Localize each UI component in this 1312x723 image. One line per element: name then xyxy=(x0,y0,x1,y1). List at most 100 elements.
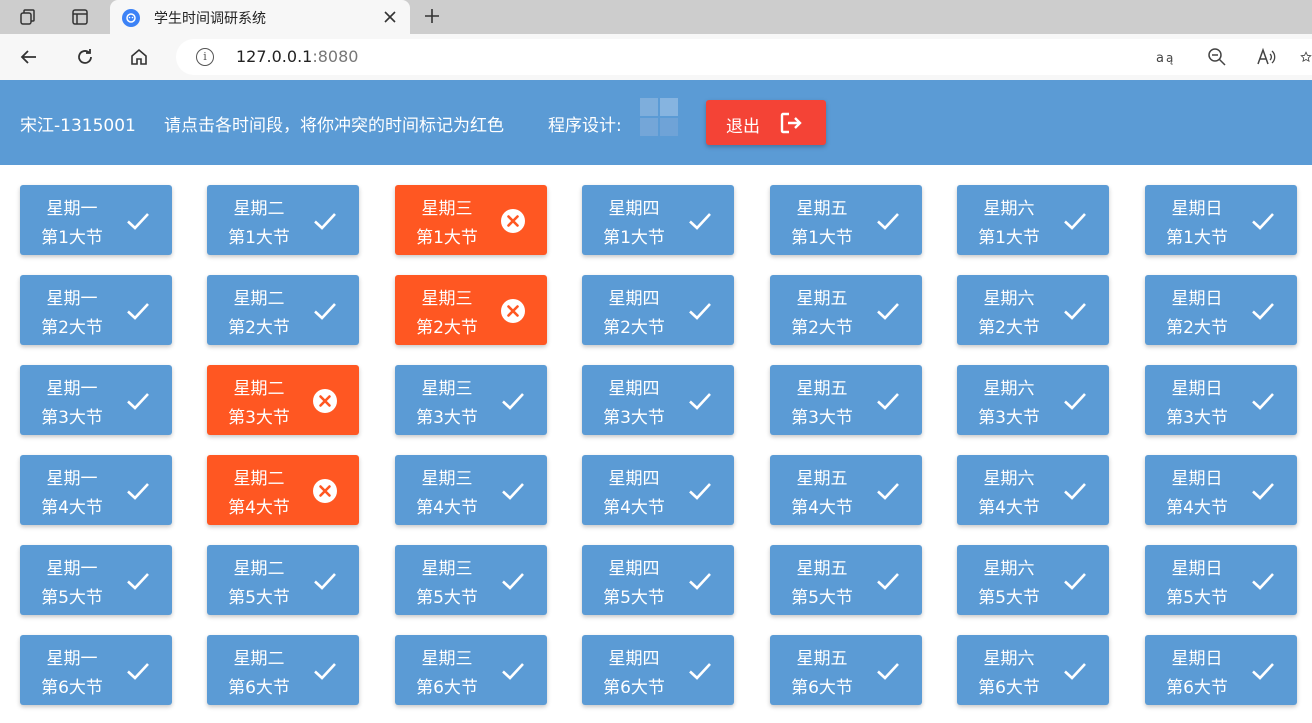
slot-day-label: 星期五 xyxy=(796,469,848,489)
time-slot-button[interactable]: 星期四 第6大节 xyxy=(582,635,734,705)
time-slot-button[interactable]: 星期四 第3大节 xyxy=(582,365,734,435)
time-slot-button[interactable]: 星期六 第6大节 xyxy=(957,635,1109,705)
time-slot-button[interactable]: 星期六 第4大节 xyxy=(957,455,1109,525)
time-slot-button[interactable]: 星期一 第2大节 xyxy=(20,275,172,345)
time-slot-button[interactable]: 星期日 第2大节 xyxy=(1145,275,1297,345)
slot-day-label: 星期五 xyxy=(796,289,848,309)
time-slot-button[interactable]: 星期二 第3大节 xyxy=(207,365,359,435)
check-icon xyxy=(1252,663,1274,680)
slot-period-label: 第6大节 xyxy=(41,678,103,698)
refresh-icon[interactable] xyxy=(70,42,100,72)
time-slot-button[interactable]: 星期日 第4大节 xyxy=(1145,455,1297,525)
workspaces-icon[interactable] xyxy=(14,3,42,31)
time-slot-button[interactable]: 星期一 第5大节 xyxy=(20,545,172,615)
time-slot-button[interactable]: 星期三 第6大节 xyxy=(395,635,547,705)
time-slot-button[interactable]: 星期日 第5大节 xyxy=(1145,545,1297,615)
slot-day-label: 星期二 xyxy=(233,379,285,399)
slot-period-label: 第4大节 xyxy=(416,498,478,518)
check-icon xyxy=(127,303,149,320)
slot-period-label: 第5大节 xyxy=(603,588,665,608)
slot-day-label: 星期一 xyxy=(46,379,98,399)
time-slot-button[interactable]: 星期二 第4大节 xyxy=(207,455,359,525)
time-slot-button[interactable]: 星期三 第1大节 xyxy=(395,185,547,255)
url-text[interactable]: 127.0.0.1:8080 xyxy=(236,47,358,66)
time-slot-button[interactable]: 星期五 第6大节 xyxy=(770,635,922,705)
url-port: :8080 xyxy=(312,47,359,66)
check-icon xyxy=(877,393,899,410)
time-slot-button[interactable]: 星期三 第5大节 xyxy=(395,545,547,615)
slot-period-label: 第5大节 xyxy=(41,588,103,608)
time-slot-button[interactable]: 星期五 第3大节 xyxy=(770,365,922,435)
slot-period-label: 第3大节 xyxy=(416,408,478,428)
slot-period-label: 第1大节 xyxy=(41,228,103,248)
slot-period-label: 第5大节 xyxy=(416,588,478,608)
time-slot-button[interactable]: 星期一 第4大节 xyxy=(20,455,172,525)
exit-button[interactable]: 退出 xyxy=(706,100,826,145)
tab-actions-icon[interactable] xyxy=(66,3,94,31)
new-tab-icon[interactable] xyxy=(418,2,446,30)
slot-period-label: 第1大节 xyxy=(228,228,290,248)
zoom-out-icon[interactable] xyxy=(1204,46,1230,68)
time-slot-button[interactable]: 星期五 第5大节 xyxy=(770,545,922,615)
slot-day-label: 星期一 xyxy=(46,289,98,309)
slot-period-label: 第4大节 xyxy=(791,498,853,518)
slot-period-label: 第4大节 xyxy=(41,498,103,518)
time-slot-button[interactable]: 星期三 第2大节 xyxy=(395,275,547,345)
time-slot-button[interactable]: 星期五第4大节 xyxy=(770,455,922,525)
favorites-icon[interactable] xyxy=(1300,46,1312,68)
time-slot-button[interactable]: 星期二 第2大节 xyxy=(207,275,359,345)
time-slot-button[interactable]: 星期五第1大节 xyxy=(770,185,922,255)
designer-logo xyxy=(640,98,682,136)
time-slot-button[interactable]: 星期三 第4大节 xyxy=(395,455,547,525)
slot-day-label: 星期二 xyxy=(233,649,285,669)
slot-period-label: 第6大节 xyxy=(416,678,478,698)
home-icon[interactable] xyxy=(124,42,154,72)
slot-period-label: 第2大节 xyxy=(978,318,1040,338)
check-icon xyxy=(689,483,711,500)
time-slot-button[interactable]: 星期四 第2大节 xyxy=(582,275,734,345)
browser-toolbar: i 127.0.0.1:8080 aą xyxy=(0,34,1312,80)
close-tab-icon[interactable] xyxy=(378,5,402,29)
time-slot-button[interactable]: 星期二 第6大节 xyxy=(207,635,359,705)
time-slot-button[interactable]: 星期四 第5大节 xyxy=(582,545,734,615)
time-slot-button[interactable]: 星期日 第6大节 xyxy=(1145,635,1297,705)
time-slot-button[interactable]: 星期一 第1大节 xyxy=(20,185,172,255)
time-slot-button[interactable]: 星期六 第5大节 xyxy=(957,545,1109,615)
tab-active[interactable]: 学生时间调研系统 xyxy=(110,0,410,34)
time-slot-button[interactable]: 星期六 第2大节 xyxy=(957,275,1109,345)
time-slot-button[interactable]: 星期四 第1大节 xyxy=(582,185,734,255)
check-icon xyxy=(877,663,899,680)
time-slot-button[interactable]: 星期一 第6大节 xyxy=(20,635,172,705)
check-icon xyxy=(502,573,524,590)
time-slot-button[interactable]: 星期日 第3大节 xyxy=(1145,365,1297,435)
time-slot-button[interactable]: 星期日 第1大节 xyxy=(1145,185,1297,255)
time-slot-button[interactable]: 星期六 第3大节 xyxy=(957,365,1109,435)
slot-day-label: 星期日 xyxy=(1171,649,1223,669)
slot-period-label: 第5大节 xyxy=(978,588,1040,608)
check-icon xyxy=(1064,393,1086,410)
time-slot-button[interactable]: 星期一 第3大节 xyxy=(20,365,172,435)
read-aloud-translate-icon[interactable]: aą xyxy=(1154,46,1180,68)
check-icon xyxy=(689,573,711,590)
time-slot-button[interactable]: 星期五 第2大节 xyxy=(770,275,922,345)
slot-day-label: 星期五 xyxy=(796,199,848,219)
slot-period-label: 第1大节 xyxy=(791,228,853,248)
slot-period-label: 第1大节 xyxy=(1166,228,1228,248)
slot-period-label: 第6大节 xyxy=(978,678,1040,698)
time-slot-button[interactable]: 星期三 第3大节 xyxy=(395,365,547,435)
time-slot-button[interactable]: 星期二 第1大节 xyxy=(207,185,359,255)
time-slot-button[interactable]: 星期四 第4大节 xyxy=(582,455,734,525)
read-aloud-icon[interactable] xyxy=(1254,46,1280,68)
site-info-icon[interactable]: i xyxy=(196,48,214,66)
check-icon xyxy=(314,573,336,590)
time-slot-button[interactable]: 星期二 第5大节 xyxy=(207,545,359,615)
time-slot-button[interactable]: 星期六 第1大节 xyxy=(957,185,1109,255)
slot-day-label: 星期五 xyxy=(796,559,848,579)
check-icon xyxy=(877,483,899,500)
slot-period-label: 第4大节 xyxy=(1166,498,1228,518)
time-slot-grid: 星期一 第1大节 星期二 第1大节 星期三 第1大节 星期四 第1大节 星期五 第1大节 星期六 第1… xyxy=(20,185,1312,723)
check-icon xyxy=(502,483,524,500)
address-bar[interactable]: i 127.0.0.1:8080 xyxy=(176,39,1312,75)
back-icon[interactable] xyxy=(14,42,44,72)
slot-period-label: 第1大节 xyxy=(978,228,1040,248)
